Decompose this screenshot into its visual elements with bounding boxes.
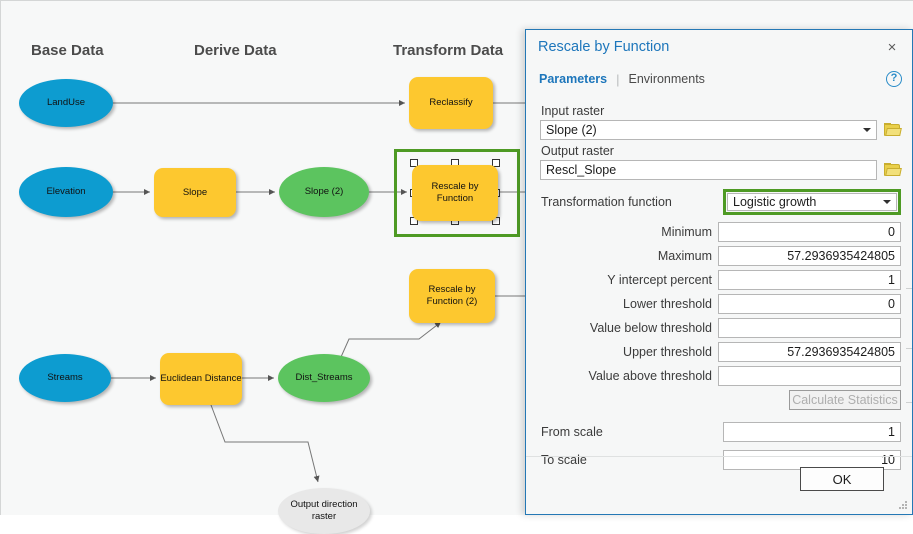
tab-divider: | [616,71,620,87]
from-scale-input[interactable]: 1 [723,422,901,442]
y-intercept-percent-input[interactable]: 1 [718,270,901,290]
dialog-title: Rescale by Function [538,39,670,55]
scroll-tick [906,402,912,403]
value-below-threshold-label: Value below threshold [589,321,712,335]
calculate-statistics-button[interactable]: Calculate Statistics [789,390,901,410]
minimum-input[interactable]: 0 [718,222,901,242]
output-raster-browse-folder-icon[interactable] [884,163,902,177]
scroll-tick [906,348,912,349]
transformation-function-combobox[interactable]: Logistic growth [727,193,897,211]
output-raster-value: Rescl_Slope [546,163,617,177]
chevron-down-icon[interactable] [883,200,891,204]
minimum-label: Minimum [661,225,712,239]
input-raster-combobox[interactable]: Slope (2) [540,120,877,140]
field-row-lower-threshold: Lower threshold 0 [540,294,901,314]
value-above-threshold-input[interactable] [718,366,901,386]
field-row-upper-threshold: Upper threshold 57.2936935424805 [540,342,901,362]
upper-threshold-label: Upper threshold [623,345,712,359]
field-row-maximum: Maximum 57.2936935424805 [540,246,901,266]
transformation-function-label: Transformation function [541,195,672,209]
transformation-function-highlight: Logistic growth [723,189,901,215]
scroll-tick [906,288,912,289]
dialog-tab-strip: Parameters | Environments ? [526,64,912,94]
column-header-derive-data: Derive Data [194,42,277,59]
input-raster-browse-folder-icon[interactable] [884,123,902,137]
dialog-body: Input raster Slope (2) Output raster Res… [526,94,912,476]
node-dist-streams[interactable]: Dist_Streams [278,354,370,402]
node-rescale-by-function[interactable]: Rescale by Function [412,165,498,221]
node-slope-2[interactable]: Slope (2) [279,167,369,217]
ok-button[interactable]: OK [800,467,884,491]
value-below-threshold-input[interactable] [718,318,901,338]
transformation-function-value: Logistic growth [733,195,817,209]
rescale-by-function-dialog[interactable]: Rescale by Function × Parameters | Envir… [525,29,913,515]
dialog-footer: OK [526,456,912,514]
field-row-value-above-threshold: Value above threshold [540,366,901,386]
node-streams[interactable]: Streams [19,354,111,402]
field-row-value-below-threshold: Value below threshold [540,318,901,338]
maximum-input[interactable]: 57.2936935424805 [718,246,901,266]
output-raster-label: Output raster [541,144,614,158]
chevron-down-icon[interactable] [863,128,871,132]
help-icon[interactable]: ? [886,71,902,87]
node-reclassify[interactable]: Reclassify [409,77,493,129]
node-landuse[interactable]: LandUse [19,79,113,127]
value-above-threshold-label: Value above threshold [588,369,712,383]
node-rescale-by-function-2[interactable]: Rescale by Function (2) [409,269,495,323]
field-row-y-intercept-percent: Y intercept percent 1 [540,270,901,290]
output-raster-row: Rescl_Slope [540,160,902,180]
node-elevation[interactable]: Elevation [19,167,113,217]
calculate-statistics-row: Calculate Statistics [540,390,901,410]
close-icon[interactable]: × [882,37,902,57]
dialog-title-bar: Rescale by Function × [526,30,912,64]
resize-grip[interactable] [899,501,908,510]
tab-environments[interactable]: Environments [628,72,706,86]
lower-threshold-input[interactable]: 0 [718,294,901,314]
from-scale-label: From scale [541,425,603,439]
node-output-direction-raster[interactable]: Output direction raster [278,488,370,534]
maximum-label: Maximum [657,249,712,263]
upper-threshold-input[interactable]: 57.2936935424805 [718,342,901,362]
y-intercept-percent-label: Y intercept percent [607,273,712,287]
node-slope[interactable]: Slope [154,168,236,217]
column-header-base-data: Base Data [31,42,104,59]
tab-parameters[interactable]: Parameters [538,72,608,86]
transformation-function-row: Transformation function Logistic growth [540,188,901,216]
field-row-minimum: Minimum 0 [540,222,901,242]
input-raster-label: Input raster [541,104,605,118]
lower-threshold-label: Lower threshold [623,297,712,311]
node-euclidean-distance[interactable]: Euclidean Distance [160,353,242,405]
output-raster-input[interactable]: Rescl_Slope [540,160,877,180]
field-row-from-scale: From scale 1 [540,422,901,442]
column-header-transform-data: Transform Data [393,42,504,59]
input-raster-value: Slope (2) [546,123,597,137]
input-raster-row: Slope (2) [540,120,902,140]
